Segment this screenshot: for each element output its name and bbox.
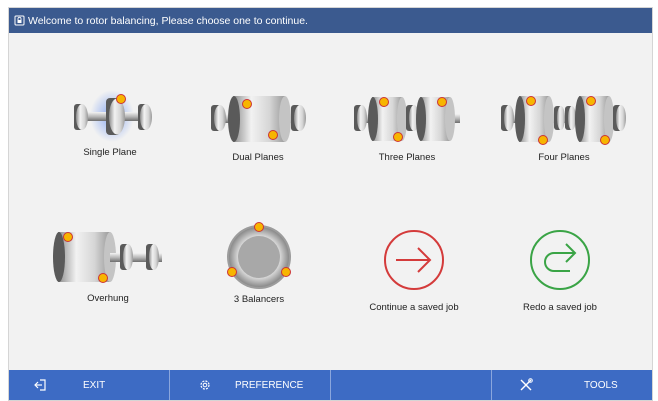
exit-icon bbox=[34, 378, 48, 392]
three-balancers-option[interactable]: 3 Balancers bbox=[199, 220, 319, 330]
redo-arrow-icon bbox=[530, 230, 590, 290]
tile-label: Three Planes bbox=[378, 152, 436, 163]
single-plane-option[interactable]: Single Plane bbox=[50, 88, 170, 198]
tools-label: TOOLS bbox=[584, 380, 618, 391]
gear-icon bbox=[198, 378, 212, 392]
tile-label: Continue a saved job bbox=[369, 302, 459, 313]
redo-saved-job-option[interactable]: Redo a saved job bbox=[500, 228, 620, 338]
tile-label: Dual Planes bbox=[232, 152, 284, 163]
tile-label: Overhung bbox=[87, 293, 129, 304]
single-plane-rotor-icon bbox=[74, 90, 152, 142]
three-planes-option[interactable]: Three Planes bbox=[347, 88, 467, 198]
exit-button[interactable]: EXIT bbox=[9, 370, 170, 400]
tile-label: 3 Balancers bbox=[233, 294, 285, 305]
tile-label: Four Planes bbox=[538, 152, 590, 163]
preference-button[interactable]: PREFERENCE bbox=[170, 370, 331, 400]
overhung-rotor-icon bbox=[53, 232, 162, 283]
three-planes-rotor-icon bbox=[353, 97, 460, 142]
four-planes-rotor-icon bbox=[501, 96, 626, 145]
app-window: Welcome to rotor balancing, Please choos… bbox=[8, 7, 653, 401]
dual-planes-rotor-icon bbox=[211, 96, 306, 142]
bottom-toolbar: EXIT PREFERENCE TOOLS bbox=[9, 370, 652, 400]
tile-label: Single Plane bbox=[83, 147, 137, 158]
arrow-right-icon bbox=[384, 230, 444, 290]
dual-planes-option[interactable]: Dual Planes bbox=[198, 88, 318, 198]
tools-icon bbox=[519, 378, 533, 392]
preference-label: PREFERENCE bbox=[235, 380, 304, 391]
overhung-option[interactable]: Overhung bbox=[48, 224, 168, 334]
exit-label: EXIT bbox=[83, 380, 106, 391]
title-text: Welcome to rotor balancing, Please choos… bbox=[28, 14, 308, 27]
four-planes-option[interactable]: Four Planes bbox=[501, 88, 626, 198]
title-bar: Welcome to rotor balancing, Please choos… bbox=[9, 8, 652, 33]
three-balancers-disc-icon bbox=[227, 222, 291, 289]
lock-icon bbox=[14, 15, 25, 26]
tools-button[interactable]: TOOLS bbox=[492, 370, 652, 400]
tile-label: Redo a saved job bbox=[523, 302, 597, 313]
continue-saved-job-option[interactable]: Continue a saved job bbox=[354, 228, 474, 338]
empty-toolbar-slot bbox=[331, 370, 492, 400]
